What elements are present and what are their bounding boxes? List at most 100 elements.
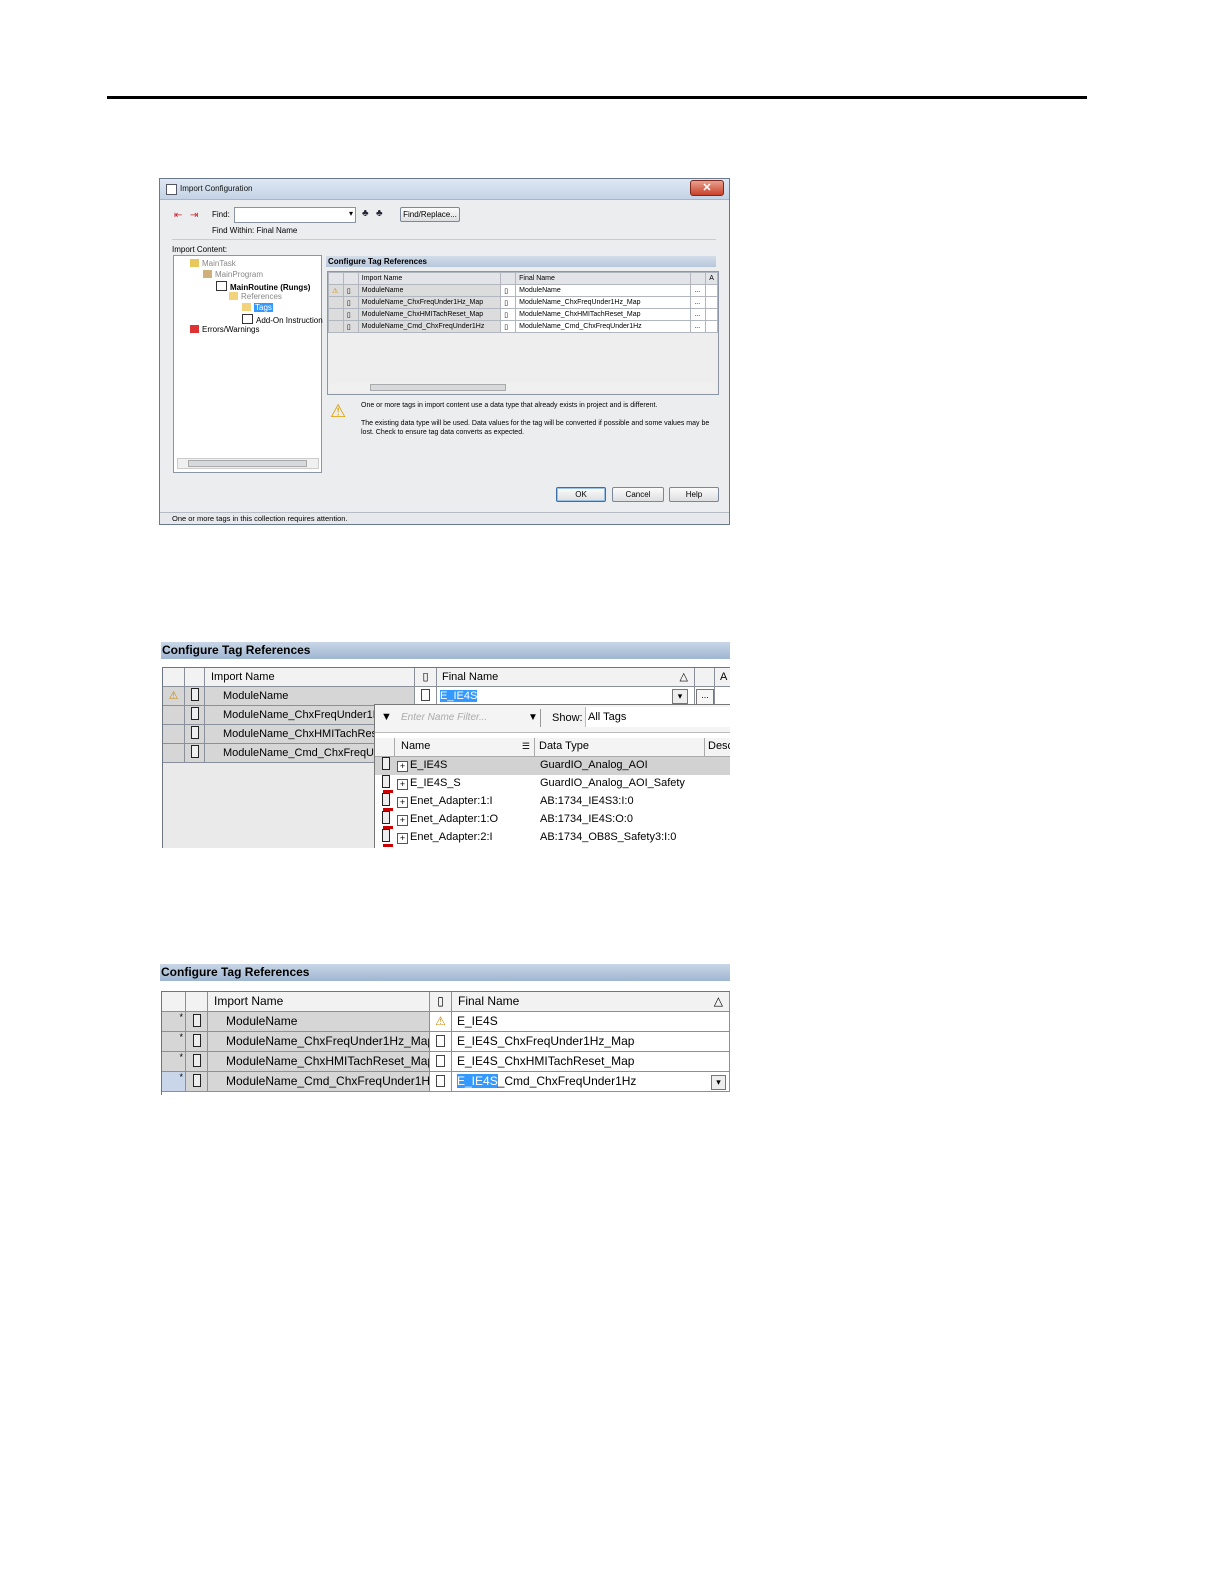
app-icon [166,184,177,195]
expand-icon[interactable]: + [397,833,408,844]
tag-options-icon[interactable] [695,668,715,687]
ok-button[interactable]: OK [556,487,606,502]
list-item[interactable]: + Enet_Adapter:1:O AB:1734_IE4S:O:0 [375,811,730,829]
doc-icon: ▯ [500,284,517,297]
name-column-header[interactable]: Name ☰ [395,738,535,756]
tag-name-cell: + Enet_Adapter:1:I [397,793,535,811]
find-next-icon[interactable]: ♣ [376,208,383,219]
folder-icon [229,292,238,300]
import-name-cell: ModuleName [208,1012,430,1032]
tree-item-references[interactable]: References [229,292,282,301]
table-row[interactable]: * ModuleName_Cmd_ChxFreqUnder1Hz E_IE4S_… [162,1072,730,1092]
help-button[interactable]: Help [669,487,719,502]
row-header-cell [162,992,186,1012]
row-header-cell [328,272,344,285]
import-content-tree[interactable]: MainTask MainProgram MainRoutine (Rungs)… [173,255,323,473]
browse-button[interactable]: ... [690,296,707,309]
expand-icon[interactable]: + [397,779,408,790]
sort-icon: △ [679,671,688,683]
grid-horizontal-scrollbar[interactable] [330,383,715,392]
final-name-cell[interactable]: E_IE4S [452,1012,730,1032]
final-name-header[interactable]: Final Name △ [437,668,695,687]
dropdown-arrow-icon[interactable]: ▾ [711,1075,726,1090]
table-row[interactable]: * ModuleName ⚠ E_IE4S [162,1012,730,1032]
tag-icon [185,706,205,725]
list-item[interactable]: + E_IE4S_S GuardIO_Analog_AOI_Safety [375,775,730,793]
expand-icon[interactable]: + [397,761,408,772]
doc-icon: ▯ [500,320,517,333]
expand-icon[interactable]: + [397,815,408,826]
tree-item-aoi[interactable]: Add-On Instruction [242,314,323,325]
data-type-column-header[interactable]: Data Type [535,738,705,756]
show-select[interactable]: All Tags [585,707,730,727]
browse-button[interactable]: ... [696,689,714,705]
browse-button[interactable]: ... [690,284,707,297]
tree-item-mainroutine[interactable]: MainRoutine (Rungs) [216,281,310,292]
row-marker: * [162,1052,186,1072]
final-name-cell[interactable]: ModuleName_Cmd_ChxFreqUnder1Hz [515,320,692,333]
list-item[interactable]: + E_IE4S GuardIO_Analog_AOI [375,757,730,775]
table-row[interactable]: * ModuleName_ChxHMITachReset_Map E_IE4S_… [162,1052,730,1072]
table-row[interactable]: ⚠ ▯ ModuleName ▯ ModuleName ... [328,284,718,297]
close-button[interactable]: ✕ [690,180,724,196]
cancel-button[interactable]: Cancel [612,487,664,502]
final-name-header[interactable]: Final Name △ [452,992,730,1012]
tree-item-mainprogram[interactable]: MainProgram [203,270,263,279]
tag-data-type: GuardIO_Analog_AOI [540,759,648,771]
filter-dropdown-icon[interactable]: ▼ [528,712,538,723]
final-name-editor[interactable]: E_IE4S_Cmd_ChxFreqUnder1Hz ▾ [452,1072,730,1092]
final-name-cell[interactable]: ModuleName_ChxFreqUnder1Hz_Map [515,296,692,309]
import-name-header[interactable]: Import Name [205,668,415,687]
import-name-cell: ModuleName_ChxHMITachReset_Map [208,1052,430,1072]
final-name-cell[interactable]: ModuleName_ChxHMITachReset_Map [515,308,692,321]
table-row[interactable]: ▯ ModuleName_ChxFreqUnder1Hz_Map ▯ Modul… [328,296,718,309]
find-input[interactable]: ▾ [234,207,356,223]
find-replace-button[interactable]: Find/Replace... [400,207,460,222]
find-within-text: Find Within: Final Name [212,226,298,235]
routine-icon [216,281,227,291]
final-name-cell[interactable]: E_IE4S_ChxFreqUnder1Hz_Map [452,1032,730,1052]
tag-browser-popup[interactable]: ▼ Enter Name Filter... ▼ Show: All Tags … [374,704,730,848]
final-name-header[interactable]: Final Name [515,272,692,285]
import-name-header[interactable]: Import Name [357,272,502,285]
find-dropdown-icon[interactable]: ▾ [349,209,353,218]
column-options-icon[interactable]: ☰ [522,738,530,755]
tree-item-maintask[interactable]: MainTask [190,259,236,268]
table-row[interactable]: * ModuleName_ChxFreqUnder1Hz_Map E_IE4S_… [162,1032,730,1052]
table-row[interactable]: ▯ ModuleName_ChxHMITachReset_Map ▯ Modul… [328,308,718,321]
previous-warning-icon[interactable]: ⇤ [174,210,182,221]
dropdown-arrow-icon[interactable]: ▾ [672,689,688,704]
scroll-thumb[interactable] [188,460,307,467]
import-name-header[interactable]: Import Name [208,992,430,1012]
import-name-cell: ModuleName_Cmd_ChxFreqUnder1Hz [208,1072,430,1092]
final-name-selection[interactable]: E_IE4S [457,1074,498,1088]
final-name-cell[interactable]: ModuleName [515,284,692,297]
browse-button[interactable]: ... [690,320,707,333]
warning-icon: ⚠ [330,401,347,421]
browse-button[interactable]: ... [690,308,707,321]
list-item[interactable]: + Enet_Adapter:2:I AB:1734_OB8S_Safety3:I… [375,829,730,847]
row-marker: * [162,1072,186,1092]
type-header-cell [342,272,359,285]
next-error-icon[interactable]: ⇥ [190,210,198,221]
list-item[interactable]: + Enet_Adapter:1:I AB:1734_IE4S3:I:0 [375,793,730,811]
tree-item-tags[interactable]: Tags [242,303,273,312]
extra-header: A [715,668,730,687]
type-header-cell [185,668,205,687]
tag-icon [379,793,393,811]
description-column-header[interactable]: Desc [705,738,730,756]
scroll-thumb[interactable] [370,384,506,391]
tree-item-errors[interactable]: Errors/Warnings [190,325,260,334]
ellipsis-header-cell [690,272,707,285]
empty-cell [705,296,718,309]
final-name-cell[interactable]: E_IE4S_ChxHMITachReset_Map [452,1052,730,1072]
tree-label: Add-On Instruction [256,316,323,325]
filter-placeholder: Enter Name Filter... [401,712,488,723]
find-previous-icon[interactable]: ♣ [362,208,369,219]
table-row[interactable]: ▯ ModuleName_Cmd_ChxFreqUnder1Hz ▯ Modul… [328,320,718,333]
final-name-value[interactable]: E_IE4S [440,690,478,702]
tree-horizontal-scrollbar[interactable] [177,458,319,469]
tag-name: Enet_Adapter:2:I [410,831,493,843]
popup-corner [375,738,395,756]
expand-icon[interactable]: + [397,797,408,808]
